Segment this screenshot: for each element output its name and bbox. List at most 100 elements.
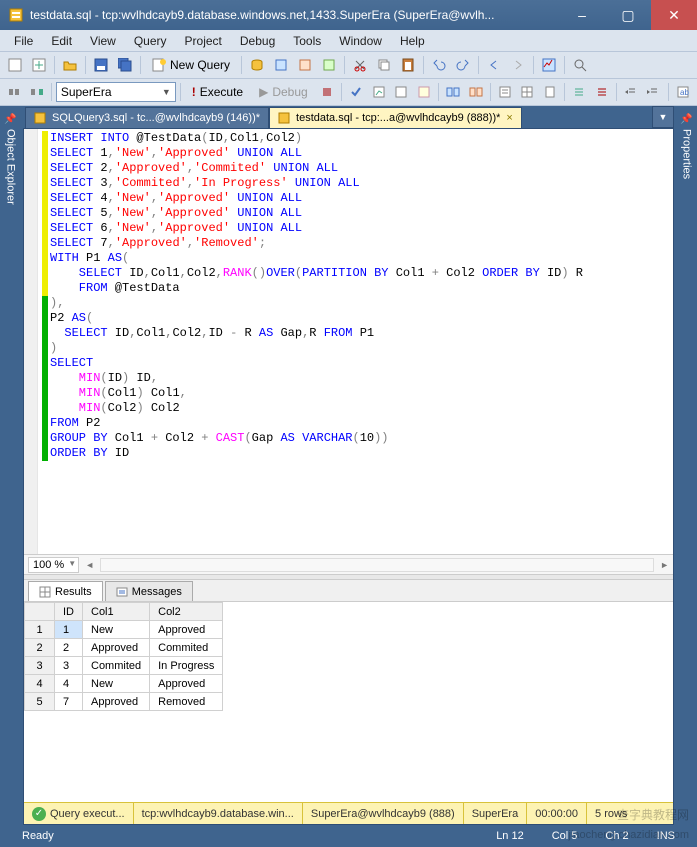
paste-button[interactable] bbox=[397, 54, 419, 76]
results-tab-bar: Results Messages bbox=[24, 580, 673, 602]
sql-editor[interactable]: INSERT INTO @TestData(ID,Col1,Col2) SELE… bbox=[38, 129, 673, 554]
query-options-button[interactable] bbox=[391, 81, 411, 103]
debug-button[interactable]: ▶ Debug bbox=[252, 81, 315, 103]
save-button[interactable] bbox=[90, 54, 112, 76]
sql-file-icon bbox=[34, 112, 46, 124]
play-icon: ▶ bbox=[259, 85, 268, 99]
messages-icon bbox=[116, 586, 128, 598]
activity-monitor-button[interactable] bbox=[538, 54, 560, 76]
minimize-button[interactable]: – bbox=[559, 0, 605, 30]
properties-tab[interactable]: 📌 Properties bbox=[676, 106, 697, 825]
grid-row[interactable]: 11NewApproved bbox=[25, 621, 223, 639]
grid-row[interactable]: 33CommitedIn Progress bbox=[25, 657, 223, 675]
change-conn-button[interactable] bbox=[26, 81, 46, 103]
status-db: SuperEra bbox=[464, 803, 527, 824]
tab-messages[interactable]: Messages bbox=[105, 581, 193, 601]
intellisense-button[interactable] bbox=[413, 81, 433, 103]
template-button[interactable]: ab bbox=[673, 81, 693, 103]
menu-project[interactable]: Project bbox=[177, 32, 230, 50]
scroll-right-icon[interactable]: ► bbox=[660, 560, 669, 570]
results-text-button[interactable] bbox=[495, 81, 515, 103]
include-stats-button[interactable] bbox=[465, 81, 485, 103]
zoom-bar: 100 %▼ ◄ ► bbox=[24, 554, 673, 574]
row-header-corner[interactable] bbox=[25, 603, 55, 621]
find-button[interactable] bbox=[569, 54, 591, 76]
tab-results-label: Results bbox=[55, 586, 92, 598]
tab-label: SQLQuery3.sql - tc...@wvlhdcayb9 (146))* bbox=[52, 112, 260, 124]
menu-help[interactable]: Help bbox=[392, 32, 433, 50]
parse-button[interactable] bbox=[346, 81, 366, 103]
close-tab-button[interactable]: × bbox=[506, 112, 512, 124]
save-all-button[interactable] bbox=[114, 54, 136, 76]
status-ch: Ch 2 bbox=[591, 830, 642, 842]
debug-label: Debug bbox=[272, 85, 307, 99]
tab-sqlquery3[interactable]: SQLQuery3.sql - tc...@wvlhdcayb9 (146))* bbox=[25, 107, 269, 128]
results-file-button[interactable] bbox=[540, 81, 560, 103]
nav-fwd-button[interactable] bbox=[507, 54, 529, 76]
cancel-query-button[interactable] bbox=[317, 81, 337, 103]
database-combo-value: SuperEra bbox=[61, 85, 112, 99]
new-query-button[interactable]: New Query bbox=[145, 54, 237, 76]
h-scrollbar[interactable] bbox=[100, 558, 654, 572]
include-plan-button[interactable] bbox=[443, 81, 463, 103]
redo-button[interactable] bbox=[452, 54, 474, 76]
estimated-plan-button[interactable] bbox=[369, 81, 389, 103]
grid-header-row: ID Col1 Col2 bbox=[25, 603, 223, 621]
properties-label: Properties bbox=[681, 129, 693, 179]
analysis-query-button[interactable] bbox=[270, 54, 292, 76]
menu-window[interactable]: Window bbox=[331, 32, 390, 50]
pin-icon: 📌 bbox=[4, 114, 16, 125]
menu-edit[interactable]: Edit bbox=[43, 32, 80, 50]
tab-messages-label: Messages bbox=[132, 586, 182, 598]
new-project-button[interactable] bbox=[4, 54, 26, 76]
indent-button[interactable] bbox=[621, 81, 641, 103]
status-col: Col 5 bbox=[538, 830, 592, 842]
uncomment-button[interactable] bbox=[591, 81, 611, 103]
grid-row[interactable]: 44NewApproved bbox=[25, 675, 223, 693]
nav-back-button[interactable] bbox=[483, 54, 505, 76]
open-button[interactable] bbox=[59, 54, 81, 76]
col-header-col2[interactable]: Col2 bbox=[150, 603, 223, 621]
active-files-button[interactable]: ▼ bbox=[652, 106, 674, 128]
mdx-query-button[interactable] bbox=[294, 54, 316, 76]
zoom-combo[interactable]: 100 %▼ bbox=[28, 557, 79, 573]
undo-button[interactable] bbox=[428, 54, 450, 76]
status-ready: Ready bbox=[8, 830, 68, 842]
close-button[interactable]: ✕ bbox=[651, 0, 697, 30]
grid-row[interactable]: 57ApprovedRemoved bbox=[25, 693, 223, 711]
grid-row[interactable]: 22ApprovedCommited bbox=[25, 639, 223, 657]
menu-debug[interactable]: Debug bbox=[232, 32, 283, 50]
cut-button[interactable] bbox=[349, 54, 371, 76]
grid-icon bbox=[39, 586, 51, 598]
status-bar: Ready Ln 12 Col 5 Ch 2 INS bbox=[0, 825, 697, 847]
status-ins: INS bbox=[643, 830, 689, 842]
object-explorer-tab[interactable]: 📌 Object Explorer bbox=[0, 106, 21, 825]
object-explorer-label: Object Explorer bbox=[5, 129, 17, 205]
database-combo[interactable]: SuperEra ▼ bbox=[56, 82, 176, 102]
results-grid[interactable]: ID Col1 Col2 11NewApproved 22ApprovedCom… bbox=[24, 602, 673, 802]
scroll-left-icon[interactable]: ◄ bbox=[85, 560, 94, 570]
add-item-button[interactable] bbox=[28, 54, 50, 76]
connect-button[interactable] bbox=[4, 81, 24, 103]
menu-view[interactable]: View bbox=[82, 32, 124, 50]
maximize-button[interactable]: ▢ bbox=[605, 0, 651, 30]
outdent-button[interactable] bbox=[643, 81, 663, 103]
menu-query[interactable]: Query bbox=[126, 32, 175, 50]
comment-button[interactable] bbox=[569, 81, 589, 103]
copy-button[interactable] bbox=[373, 54, 395, 76]
execute-button[interactable]: ! Execute bbox=[185, 81, 250, 103]
editor-gutter bbox=[24, 129, 38, 554]
results-grid-button[interactable] bbox=[517, 81, 537, 103]
tab-results[interactable]: Results bbox=[28, 581, 103, 601]
col-header-id[interactable]: ID bbox=[55, 603, 83, 621]
xmla-query-button[interactable] bbox=[318, 54, 340, 76]
menu-tools[interactable]: Tools bbox=[285, 32, 329, 50]
window-title: testdata.sql - tcp:wvlhdcayb9.database.w… bbox=[30, 8, 559, 22]
new-query-icon bbox=[152, 58, 166, 72]
document-tabs: SQLQuery3.sql - tc...@wvlhdcayb9 (146))*… bbox=[23, 106, 674, 128]
db-engine-query-button[interactable] bbox=[246, 54, 268, 76]
toolbar-main: New Query bbox=[0, 52, 697, 79]
col-header-col1[interactable]: Col1 bbox=[83, 603, 150, 621]
menu-file[interactable]: File bbox=[6, 32, 41, 50]
tab-testdata[interactable]: testdata.sql - tcp:...a@wvlhdcayb9 (888)… bbox=[269, 107, 522, 128]
